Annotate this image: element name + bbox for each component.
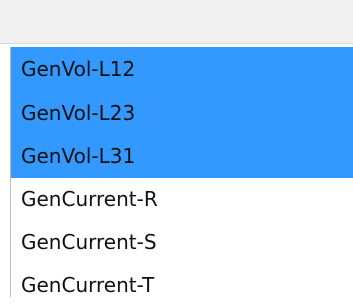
listbox[interactable]: GenVol-L12 GenVol-L23 GenVol-L31 GenCurr… [10,47,353,297]
list-item[interactable]: GenVol-L12 [11,47,353,91]
list-item[interactable]: GenVol-L31 [11,134,353,178]
list-item[interactable]: GenCurrent-R [11,177,353,221]
list-item[interactable]: GenCurrent-T [11,263,353,307]
list-item[interactable]: GenVol-L23 [11,91,353,135]
list-item[interactable]: GenCurrent-S [11,220,353,264]
top-bar [0,0,353,44]
